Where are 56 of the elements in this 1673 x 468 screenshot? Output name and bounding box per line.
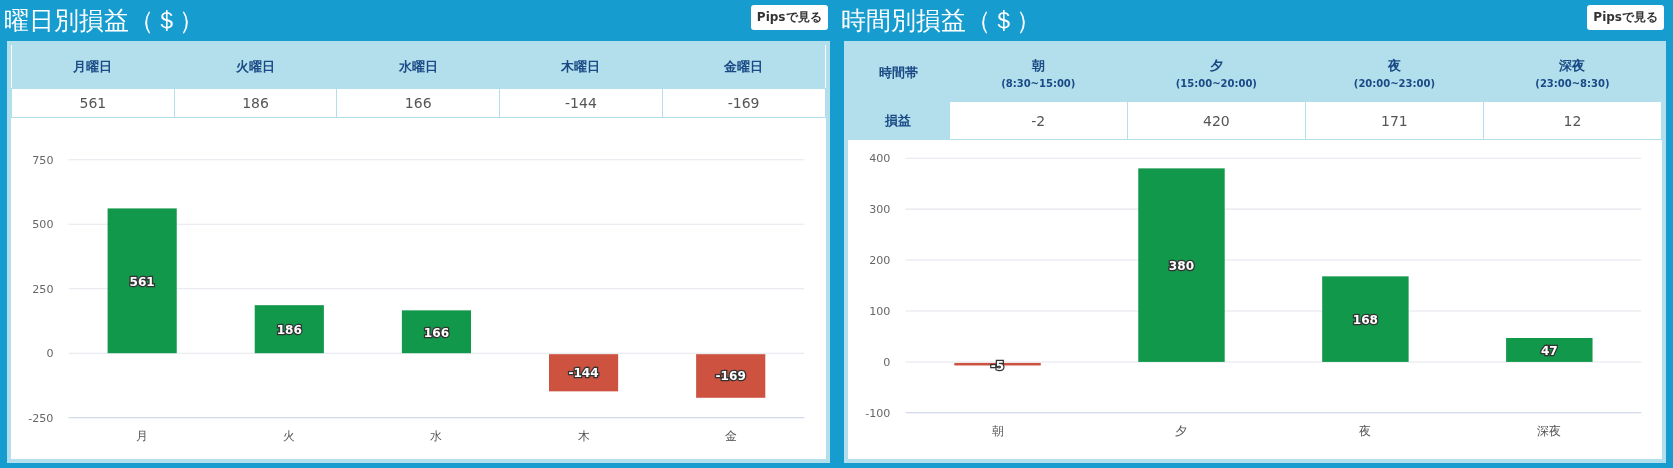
axis-label: -100 xyxy=(864,406,890,420)
axis-label: 300 xyxy=(868,203,890,217)
time-range-label: (20:00~23:00) xyxy=(1352,78,1436,89)
table-cell: -169 xyxy=(662,88,825,118)
axis-label: 朝 xyxy=(991,424,1004,439)
column-header: 金曜日 xyxy=(724,58,764,74)
data-label: -169 xyxy=(715,369,746,384)
table-cell: 171 xyxy=(1305,101,1484,140)
axis-label: 500 xyxy=(32,218,54,232)
time-range-label: (8:30~15:00) xyxy=(1000,78,1077,89)
axis-label: 金 xyxy=(724,429,737,444)
column-header: 木曜日 xyxy=(561,58,601,74)
view-pips-button[interactable]: Pipsで見る xyxy=(750,5,828,30)
table-cell: 420 xyxy=(1127,101,1306,140)
time-range-label: (15:00~20:00) xyxy=(1174,78,1258,89)
axis-label: -250 xyxy=(28,411,54,425)
axis-label: 0 xyxy=(46,347,54,361)
panel-title: 曜日別損益（＄） xyxy=(4,5,204,37)
column-header: 夜 xyxy=(1387,58,1401,73)
data-label: 561 xyxy=(129,274,155,289)
data-label: 166 xyxy=(423,325,450,340)
axis-label: 250 xyxy=(32,282,54,296)
table-cell: 561 xyxy=(11,88,175,118)
column-header: 時間帯 xyxy=(847,45,950,102)
axis-label: 400 xyxy=(868,152,890,166)
column-header: 朝 xyxy=(1031,58,1045,73)
column-header: 夕 xyxy=(1209,58,1223,73)
axis-label: 100 xyxy=(868,305,890,318)
axis-label: 木 xyxy=(577,429,590,444)
table-cell: -144 xyxy=(499,88,663,118)
data-label: -144 xyxy=(568,365,599,380)
data-label: 380 xyxy=(1168,259,1194,274)
axis-label: 750 xyxy=(32,153,54,167)
axis-label: 月 xyxy=(136,429,149,444)
table-cell: 12 xyxy=(1483,101,1662,140)
data-label: 168 xyxy=(1352,313,1378,328)
panel-title: 時間別損益（＄） xyxy=(840,5,1041,37)
axis-label: 深夜 xyxy=(1536,424,1561,439)
table-cell: 186 xyxy=(174,88,337,118)
view-pips-button[interactable]: Pipsで見る xyxy=(1587,5,1664,30)
column-header: 深夜 xyxy=(1559,58,1586,73)
table-cell: -2 xyxy=(949,101,1128,140)
axis-label: 夜 xyxy=(1358,424,1371,439)
column-header: 月曜日 xyxy=(73,58,113,74)
axis-label: 夕 xyxy=(1175,424,1187,439)
axis-label: 0 xyxy=(882,355,890,369)
column-header: 水曜日 xyxy=(398,58,438,74)
axis-label: 200 xyxy=(868,254,890,268)
table-cell: 166 xyxy=(336,88,500,118)
row-header: 損益 xyxy=(847,101,950,140)
data-label: 47 xyxy=(1540,344,1558,358)
data-label: 186 xyxy=(276,323,302,338)
axis-label: 水 xyxy=(430,429,443,444)
axis-label: 火 xyxy=(283,429,296,444)
column-header: 火曜日 xyxy=(236,58,276,74)
time-range-label: (23:00~8:30) xyxy=(1534,78,1611,89)
